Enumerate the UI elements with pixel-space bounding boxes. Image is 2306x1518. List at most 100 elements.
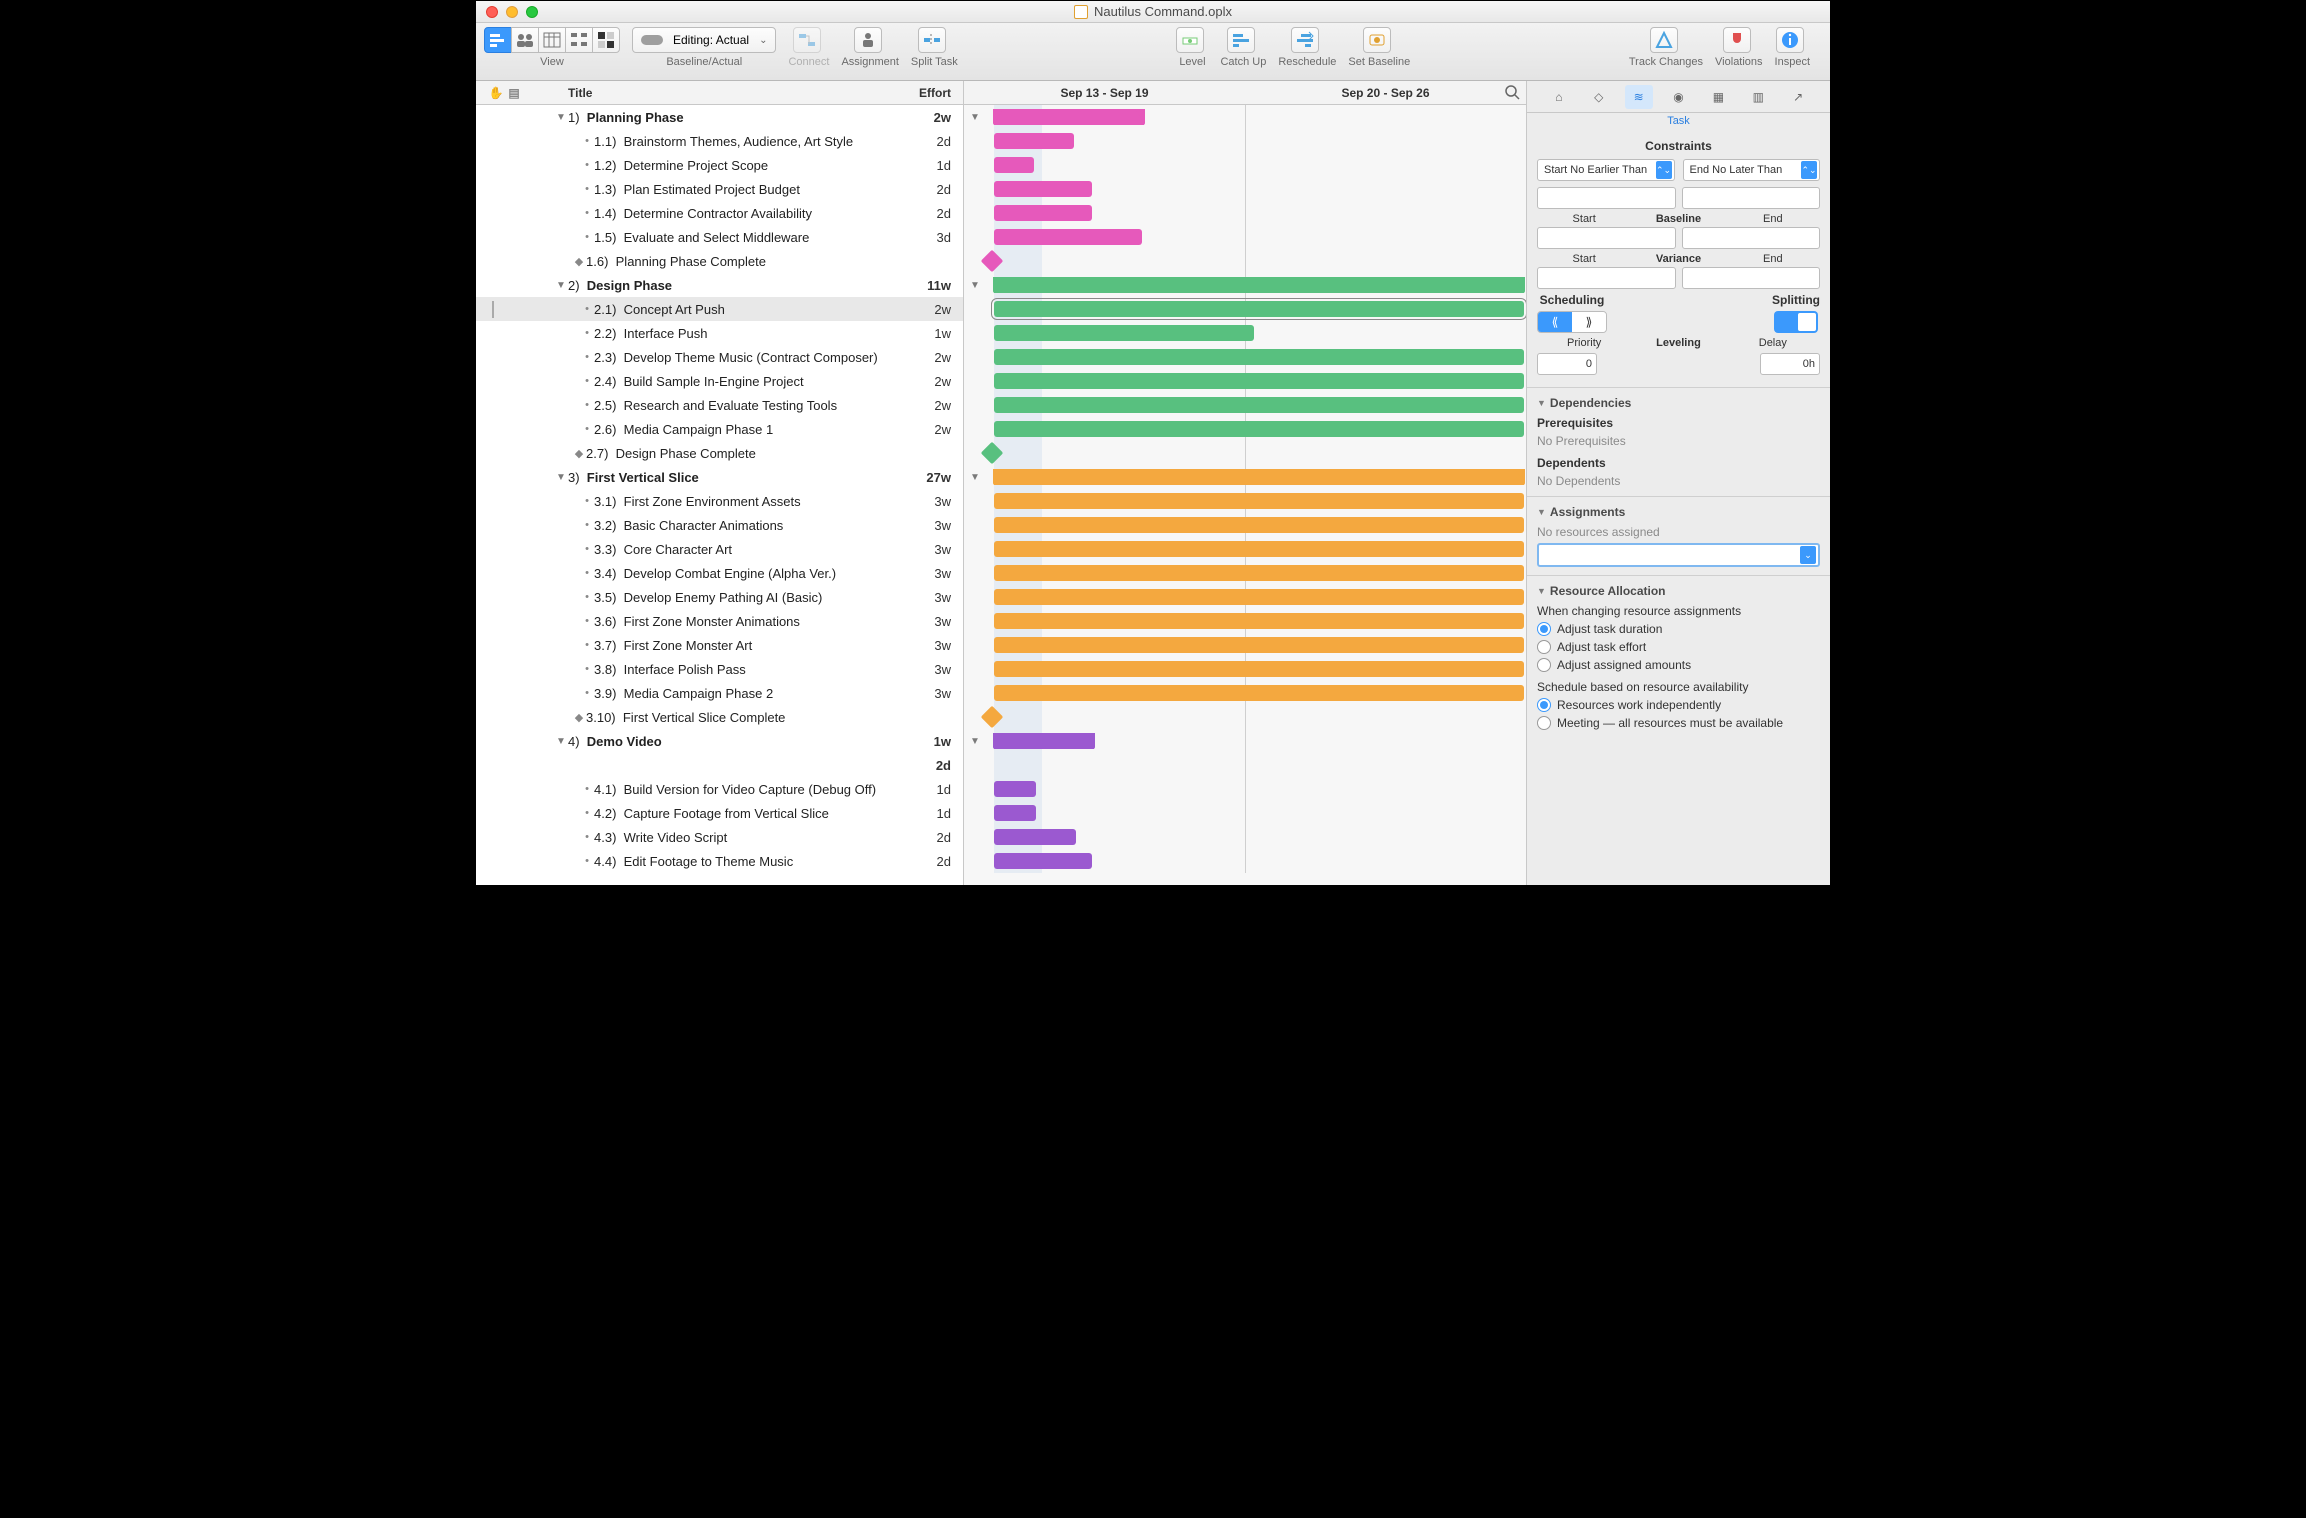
assignment-button[interactable] <box>854 27 882 53</box>
effort-column-header[interactable]: Effort <box>903 86 963 100</box>
task-row[interactable]: •4.4) Edit Footage to Theme Music2d <box>476 849 963 873</box>
milestone-marker[interactable] <box>981 706 1004 729</box>
tab-export-icon[interactable]: ↗ <box>1784 85 1812 109</box>
task-row[interactable]: •1.4) Determine Contractor Availability2… <box>476 201 963 225</box>
gantt-lane[interactable]: ▼ <box>964 465 1526 489</box>
task-bar[interactable] <box>994 157 1034 173</box>
start-constraint-input[interactable] <box>1537 187 1676 209</box>
view-resources-button[interactable] <box>511 27 539 53</box>
level-button[interactable] <box>1176 27 1204 53</box>
close-window-button[interactable] <box>486 6 498 18</box>
violations-button[interactable] <box>1723 27 1751 53</box>
radio-meeting[interactable]: Meeting — all resources must be availabl… <box>1537 716 1820 730</box>
baseline-start-input[interactable] <box>1537 227 1676 249</box>
note-icon[interactable] <box>492 301 494 318</box>
gantt-lane[interactable]: ▼ <box>964 105 1526 129</box>
gantt-lane[interactable] <box>964 513 1526 537</box>
tab-task-icon[interactable]: ≋ <box>1625 85 1653 109</box>
task-bar[interactable] <box>994 133 1074 149</box>
gantt-lane[interactable] <box>964 201 1526 225</box>
radio-adjust-duration[interactable]: Adjust task duration <box>1537 622 1820 636</box>
baseline-end-input[interactable] <box>1682 227 1821 249</box>
task-bar[interactable] <box>994 589 1524 605</box>
inspect-button[interactable] <box>1776 27 1804 53</box>
task-row[interactable]: •2.3) Develop Theme Music (Contract Comp… <box>476 345 963 369</box>
disclosure-triangle[interactable]: ▼ <box>554 280 568 291</box>
gantt-body[interactable]: ▼ ▼ ▼ ▼ <box>964 105 1526 873</box>
task-row[interactable]: ▼4) Demo Video1w <box>476 729 963 753</box>
view-style-button[interactable] <box>592 27 620 53</box>
task-bar[interactable] <box>994 541 1524 557</box>
tab-resource-icon[interactable]: ◉ <box>1665 85 1693 109</box>
gantt-lane[interactable]: ▼ <box>964 729 1526 753</box>
gantt-week-2[interactable]: Sep 20 - Sep 26 <box>1245 86 1526 100</box>
task-row[interactable]: •3.4) Develop Combat Engine (Alpha Ver.)… <box>476 561 963 585</box>
radio-adjust-amounts[interactable]: Adjust assigned amounts <box>1537 658 1820 672</box>
variance-start-input[interactable] <box>1537 267 1676 289</box>
task-row[interactable]: ▼1) Planning Phase2w <box>476 105 963 129</box>
summary-bar[interactable] <box>994 109 1144 125</box>
start-constraint-dropdown[interactable]: Start No Earlier Than⌃⌄ <box>1537 159 1675 181</box>
tab-project-icon[interactable]: ⌂ <box>1545 85 1573 109</box>
task-row[interactable]: ◆1.6) Planning Phase Complete <box>476 249 963 273</box>
gantt-lane[interactable] <box>964 393 1526 417</box>
tab-styles-icon[interactable]: ▦ <box>1704 85 1732 109</box>
task-row[interactable]: •2.2) Interface Push1w <box>476 321 963 345</box>
reschedule-button[interactable] <box>1291 27 1319 53</box>
title-column-header[interactable]: Title <box>524 86 903 100</box>
summary-bar[interactable] <box>994 277 1524 293</box>
task-row[interactable]: •3.3) Core Character Art3w <box>476 537 963 561</box>
gantt-lane[interactable] <box>964 777 1526 801</box>
gantt-lane[interactable] <box>964 369 1526 393</box>
tab-columns-icon[interactable]: ▥ <box>1744 85 1772 109</box>
task-row[interactable]: •1.5) Evaluate and Select Middleware3d <box>476 225 963 249</box>
split-task-button[interactable] <box>918 27 946 53</box>
gantt-lane[interactable] <box>964 297 1526 321</box>
gantt-week-1[interactable]: Sep 13 - Sep 19 <box>964 86 1245 100</box>
disclosure-triangle[interactable]: ▼ <box>554 112 568 123</box>
disclosure-triangle[interactable]: ▼ <box>554 472 568 483</box>
end-constraint-input[interactable] <box>1682 187 1821 209</box>
disclosure-triangle[interactable]: ▼ <box>970 736 980 747</box>
task-row[interactable]: •4.2) Capture Footage from Vertical Slic… <box>476 801 963 825</box>
task-bar[interactable] <box>994 493 1524 509</box>
task-bar[interactable] <box>994 325 1254 341</box>
task-row[interactable]: 2d <box>476 753 963 777</box>
gantt-lane[interactable]: ▼ <box>964 273 1526 297</box>
gantt-lane[interactable] <box>964 177 1526 201</box>
task-row[interactable]: ◆2.7) Design Phase Complete <box>476 441 963 465</box>
summary-bar[interactable] <box>994 733 1094 749</box>
track-changes-button[interactable] <box>1650 27 1678 53</box>
task-bar[interactable] <box>994 181 1092 197</box>
catch-up-button[interactable] <box>1227 27 1255 53</box>
task-bar[interactable] <box>994 373 1524 389</box>
priority-input[interactable]: 0 <box>1537 353 1597 375</box>
task-bar[interactable] <box>994 661 1524 677</box>
milestone-marker[interactable] <box>981 250 1004 273</box>
task-row[interactable]: •3.9) Media Campaign Phase 23w <box>476 681 963 705</box>
gantt-lane[interactable] <box>964 417 1526 441</box>
gantt-lane[interactable] <box>964 561 1526 585</box>
set-baseline-button[interactable] <box>1363 27 1391 53</box>
task-bar[interactable] <box>994 229 1142 245</box>
task-row[interactable]: •2.5) Research and Evaluate Testing Tool… <box>476 393 963 417</box>
gantt-lane[interactable] <box>964 489 1526 513</box>
gantt-lane[interactable] <box>964 585 1526 609</box>
task-row[interactable]: •1.1) Brainstorm Themes, Audience, Art S… <box>476 129 963 153</box>
radio-adjust-effort[interactable]: Adjust task effort <box>1537 640 1820 654</box>
task-bar[interactable] <box>994 205 1092 221</box>
task-bar[interactable] <box>994 397 1524 413</box>
task-row[interactable]: •3.5) Develop Enemy Pathing AI (Basic)3w <box>476 585 963 609</box>
gantt-lane[interactable] <box>964 705 1526 729</box>
gantt-lane[interactable] <box>964 609 1526 633</box>
task-row[interactable]: •2.4) Build Sample In-Engine Project2w <box>476 369 963 393</box>
gantt-lane[interactable] <box>964 345 1526 369</box>
summary-bar[interactable] <box>994 469 1524 485</box>
end-constraint-dropdown[interactable]: End No Later Than⌃⌄ <box>1683 159 1821 181</box>
gantt-lane[interactable] <box>964 849 1526 873</box>
task-row[interactable]: •3.7) First Zone Monster Art3w <box>476 633 963 657</box>
task-bar[interactable] <box>994 853 1092 869</box>
disclosure-triangle[interactable]: ▼ <box>970 472 980 483</box>
assignment-dropdown[interactable]: ⌄ <box>1537 543 1820 567</box>
task-bar[interactable] <box>994 637 1524 653</box>
